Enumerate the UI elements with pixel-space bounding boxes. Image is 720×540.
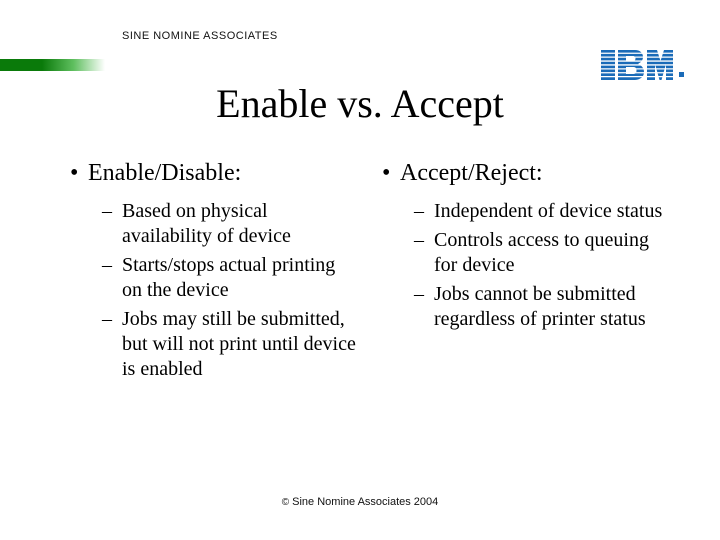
copyright-footer: © Sine Nomine Associates 2004 (0, 496, 720, 508)
list-item: Controls access to queuing for device (414, 228, 672, 278)
copyright-icon: © (282, 497, 289, 508)
list-item: Independent of device status (414, 199, 672, 224)
left-column: Enable/Disable: Based on physical availa… (60, 160, 360, 386)
list-item: Based on physical availability of device (102, 199, 360, 249)
slide-title: Enable vs. Accept (0, 80, 720, 127)
slide: SINE NOMINE ASSOCIATES (0, 0, 720, 540)
left-bullet-list: Based on physical availability of device… (102, 199, 360, 382)
list-item: Starts/stops actual printing on the devi… (102, 253, 360, 303)
right-bullet-list: Independent of device status Controls ac… (414, 199, 672, 332)
left-column-heading: Enable/Disable: (70, 160, 360, 187)
ibm-dot-icon (679, 72, 684, 77)
ibm-logo-icon (601, 50, 673, 80)
content-columns: Enable/Disable: Based on physical availa… (60, 160, 672, 386)
copyright-text: Sine Nomine Associates 2004 (292, 496, 438, 508)
right-column: Accept/Reject: Independent of device sta… (372, 160, 672, 386)
list-item: Jobs may still be submitted, but will no… (102, 307, 360, 382)
brand-label: SINE NOMINE ASSOCIATES (122, 30, 278, 42)
ibm-logo (601, 50, 684, 80)
accent-stripe (0, 59, 105, 71)
list-item: Jobs cannot be submitted regardless of p… (414, 282, 672, 332)
right-column-heading: Accept/Reject: (382, 160, 672, 187)
